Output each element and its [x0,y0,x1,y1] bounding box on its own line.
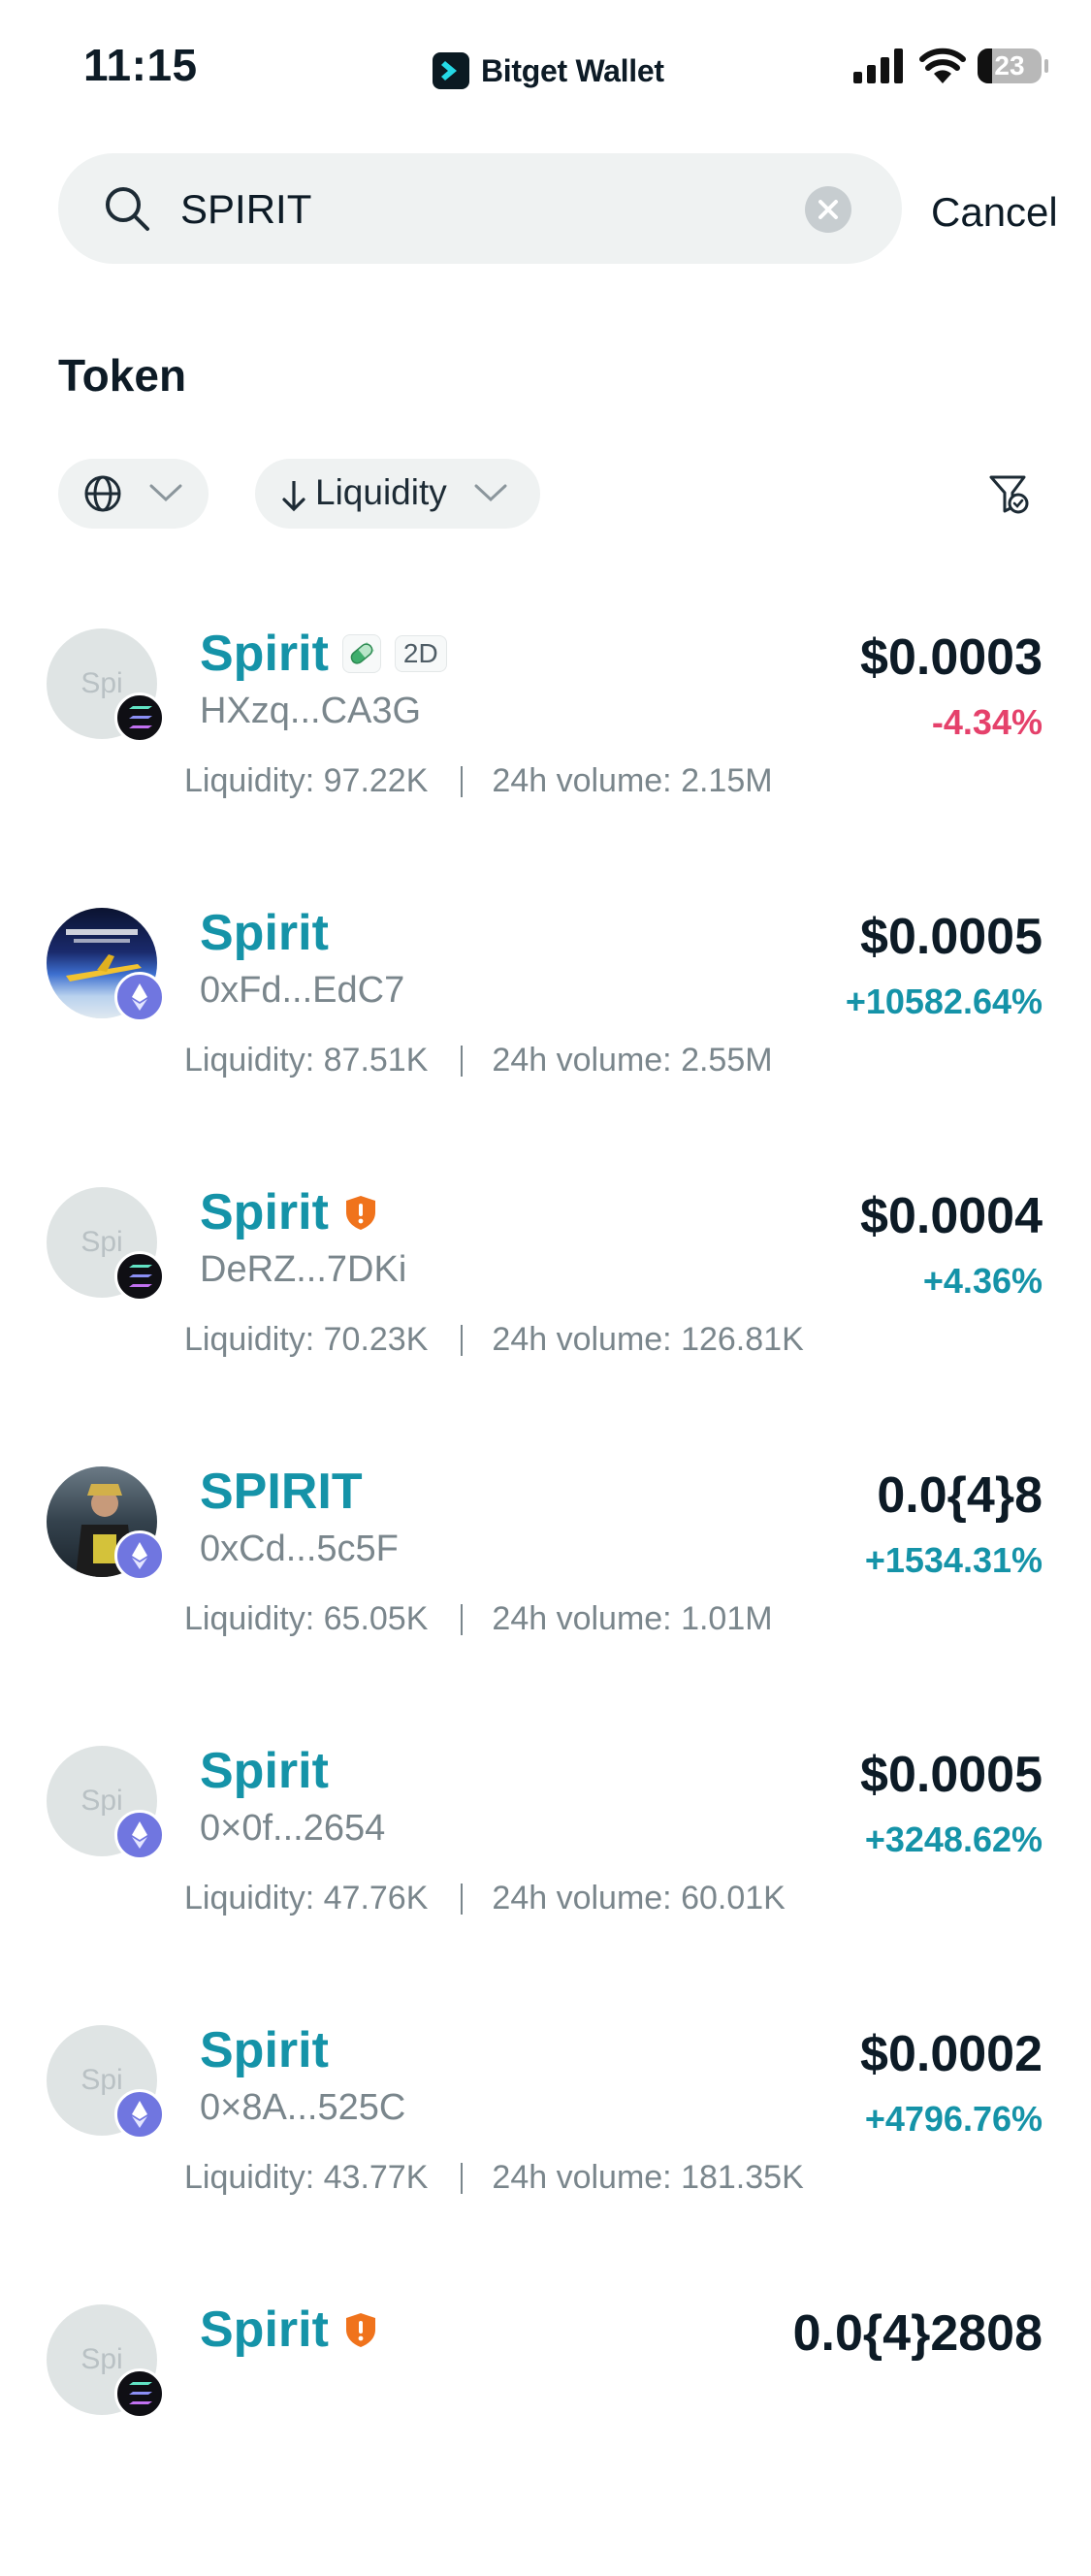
ethereum-chain-icon [114,1530,165,1581]
age-tag: 2D [394,635,447,672]
cellular-signal-icon [853,48,903,83]
solana-chain-icon [114,1251,165,1302]
app-brand: Bitget Wallet [433,52,664,89]
network-filter-chip[interactable] [58,459,209,529]
token-address: 0xFd...EdC7 [200,970,405,1011]
battery-level: 23 [994,50,1025,80]
chevron-down-icon [474,484,507,502]
token-name-line: Spirit [200,904,329,962]
price-change: +4796.76% [864,2099,1043,2139]
token-price: 0.0{4}2808 [792,2305,1043,2362]
volume-value: 24h volume: 181.35K [492,2159,804,2196]
token-name-line: SPIRIT [200,1463,363,1521]
token-name: Spirit [200,626,329,682]
cancel-button[interactable]: Cancel [931,189,1058,236]
search-input[interactable]: SPIRIT [180,186,311,233]
token-name-line: Spirit 2D [200,625,447,683]
bitget-logo-icon [433,52,469,89]
volume-value: 24h volume: 60.01K [492,1880,786,1916]
token-name: Spirit [200,1184,329,1240]
token-name: Spirit [200,1743,329,1799]
stats-divider [461,1883,464,1915]
token-price: $0.0005 [860,909,1043,965]
token-address: 0×0f...2654 [200,1808,386,1849]
token-row[interactable]: SPIRIT 0xCd...5c5F 0.0{4}8 +1534.31% Liquidi… [0,1463,1091,1738]
clear-search-icon[interactable] [805,186,851,233]
token-name-line: Spirit [200,2301,379,2359]
chevron-down-icon [149,484,182,502]
warning-shield-icon [342,1194,379,1231]
liquidity-value: Liquidity: 65.05K [184,1600,429,1637]
stats-divider [461,1603,464,1635]
price-change: -4.34% [931,702,1043,742]
token-name: Spirit [200,2022,329,2078]
token-price: $0.0004 [860,1188,1043,1244]
status-bar: 11:15 Bitget Wallet 23 [0,0,1091,136]
token-price: $0.0005 [860,1747,1043,1803]
ethereum-chain-icon [114,2089,165,2140]
liquidity-value: Liquidity: 87.51K [184,1042,429,1079]
token-row[interactable]: Spi Spirit DeRZ...7DKi $0.0004 +4.36% Liquidi… [0,1184,1091,1459]
volume-value: 24h volume: 2.15M [492,762,773,799]
token-price: $0.0003 [860,629,1043,686]
token-address: 0xCd...5c5F [200,1529,399,1569]
token-stats: Liquidity: 43.77K 24h volume: 181.35K [184,2159,804,2197]
token-stats: Liquidity: 87.51K 24h volume: 2.55M [184,1042,773,1079]
stats-divider [461,1324,464,1356]
app-name: Bitget Wallet [481,52,664,88]
price-change: +1534.31% [864,1540,1043,1580]
wifi-icon [919,48,966,83]
pill-icon [341,634,381,673]
price-change: +10582.64% [845,982,1043,1021]
volume-value: 24h volume: 1.01M [492,1600,773,1637]
liquidity-value: Liquidity: 70.23K [184,1321,429,1358]
token-name: Spirit [200,905,329,961]
stats-divider [461,765,464,797]
battery-icon: 23 [978,48,1042,83]
token-name: Spirit [200,2302,329,2358]
token-stats: Liquidity: 97.22K 24h volume: 2.15M [184,762,773,800]
ethereum-chain-icon [114,1810,165,1860]
token-price: $0.0002 [860,2026,1043,2082]
battery-cap [1044,59,1048,73]
ethereum-chain-icon [114,972,165,1022]
solana-chain-icon [114,2368,165,2419]
token-address: 0×8A...525C [200,2087,406,2128]
token-row[interactable]: Spi Spirit 0×8A...525C $0.0002 +4796.76% Liqu… [0,2022,1091,2297]
token-row[interactable]: Spirit 0xFd...EdC7 $0.0005 +10582.64% Liquid… [0,905,1091,1179]
price-change: +4.36% [922,1261,1043,1301]
status-time: 11:15 [83,40,198,90]
token-address: DeRZ...7DKi [200,1249,407,1290]
volume-value: 24h volume: 126.81K [492,1321,804,1358]
sort-label: Liquidity [315,472,447,512]
stats-divider [461,1045,464,1077]
token-address: HXzq...CA3G [200,691,422,731]
token-price: 0.0{4}8 [877,1467,1043,1524]
token-stats: Liquidity: 65.05K 24h volume: 1.01M [184,1600,773,1638]
liquidity-value: Liquidity: 47.76K [184,1880,429,1916]
filter-icon[interactable] [987,472,1030,515]
token-name-line: Spirit [200,1183,379,1241]
token-name-line: Spirit [200,1742,329,1800]
liquidity-value: Liquidity: 97.22K [184,762,429,799]
token-name-line: Spirit [200,2021,329,2079]
search-icon [106,187,149,231]
sort-filter-chip[interactable]: Liquidity [255,459,540,529]
warning-shield-icon [342,2311,379,2348]
search-bar[interactable]: SPIRIT [58,153,902,264]
token-name: SPIRIT [200,1464,363,1520]
token-row[interactable]: Spi Spirit 0.0{4}2808 [0,2301,1091,2576]
token-row[interactable]: Spi Spirit 2D HXzq...CA3G $0.0003 -4.34% Liqui… [0,625,1091,900]
liquidity-value: Liquidity: 43.77K [184,2159,429,2196]
globe-icon [84,475,121,512]
arrow-down-icon [282,481,305,512]
price-change: +3248.62% [864,1819,1043,1859]
section-title: Token [58,350,187,401]
volume-value: 24h volume: 2.55M [492,1042,773,1079]
token-stats: Liquidity: 70.23K 24h volume: 126.81K [184,1321,804,1359]
stats-divider [461,2162,464,2194]
token-stats: Liquidity: 47.76K 24h volume: 60.01K [184,1880,786,1917]
solana-chain-icon [114,692,165,743]
token-row[interactable]: Spi Spirit 0×0f...2654 $0.0005 +3248.62% Liqu… [0,1743,1091,2017]
